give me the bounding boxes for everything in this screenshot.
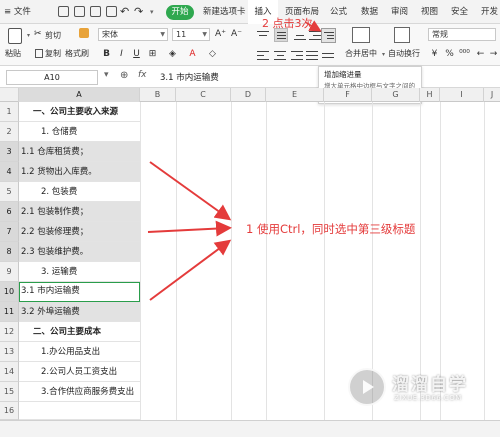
play-logo-icon: [348, 368, 386, 406]
watermark-title: 溜溜自学: [392, 375, 468, 395]
arrow-to-indent: [304, 20, 322, 32]
watermark-url: ZIXUE.3D66.COM: [394, 394, 462, 402]
arrow-lower: [149, 239, 232, 301]
arrow-upper: [149, 161, 232, 221]
watermark: 溜溜自学 ZIXUE.3D66.COM: [348, 364, 496, 412]
arrow-middle: [147, 220, 232, 237]
